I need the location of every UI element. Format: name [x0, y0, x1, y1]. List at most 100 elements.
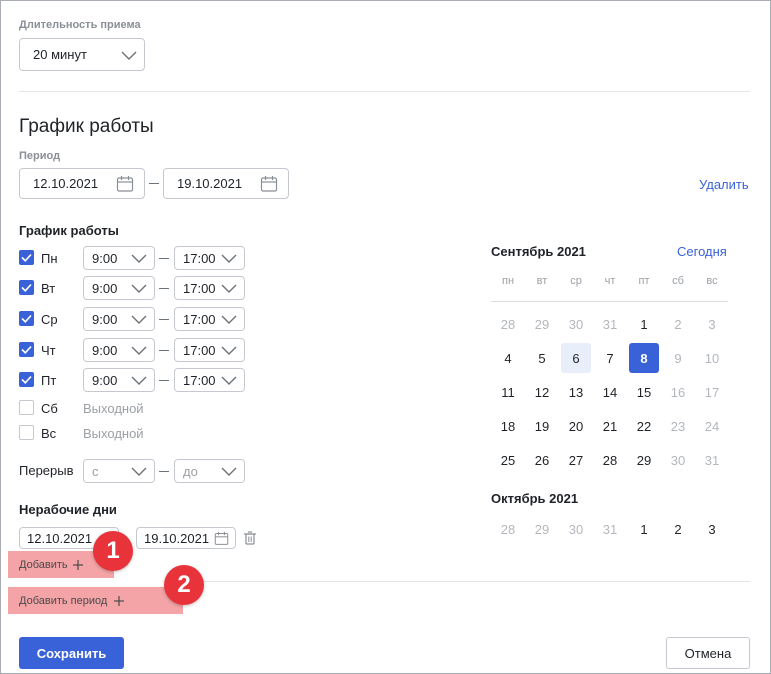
period-label: Период	[19, 150, 61, 162]
calendar-day[interactable]: 27	[561, 445, 591, 475]
add-period-button[interactable]: Добавить период	[8, 587, 183, 614]
nonworking-to-input[interactable]: 19.10.2021	[136, 527, 236, 549]
checkbox-thu[interactable]	[19, 342, 34, 357]
calendar-day[interactable]: 29	[527, 514, 557, 544]
chevron-down-icon	[221, 376, 237, 385]
calendar-day[interactable]: 8	[629, 343, 659, 373]
calendar-day[interactable]: 18	[493, 411, 523, 441]
time-value: 17:00	[183, 372, 216, 388]
calendar-day[interactable]: 25	[493, 445, 523, 475]
calendar-day[interactable]: 29	[527, 309, 557, 339]
calendar-day[interactable]: 2	[663, 514, 693, 544]
calendar-day[interactable]: 3	[697, 309, 727, 339]
period-to-value: 19.10.2021	[177, 176, 243, 191]
calendar-day[interactable]: 17	[697, 377, 727, 407]
calendar-day[interactable]: 7	[595, 343, 625, 373]
delete-link[interactable]: Удалить	[699, 177, 749, 192]
chevron-down-icon	[221, 254, 237, 263]
break-from-placeholder: с	[92, 463, 99, 479]
duration-value: 20 минут	[33, 47, 87, 62]
calendar-day[interactable]: 5	[527, 343, 557, 373]
weekday-label: пт	[638, 275, 650, 287]
form-panel: Длительность приема 20 минут График рабо…	[0, 0, 771, 674]
calendar-day[interactable]: 31	[697, 445, 727, 475]
calendar-day[interactable]: 13	[561, 377, 591, 407]
nonworking-title: Нерабочие дни	[19, 502, 117, 517]
day-label-fri: Пт	[41, 373, 57, 388]
time-value: 9:00	[92, 372, 118, 388]
time-to-mon[interactable]: 17:00	[174, 246, 245, 270]
calendar-day[interactable]: 24	[697, 411, 727, 441]
checkbox-tue[interactable]	[19, 280, 34, 295]
calendar-day[interactable]: 19	[527, 411, 557, 441]
calendar-day[interactable]: 28	[493, 309, 523, 339]
calendar-day[interactable]: 23	[663, 411, 693, 441]
period-to-input[interactable]: 19.10.2021	[163, 168, 289, 199]
time-to-thu[interactable]: 17:00	[174, 338, 245, 362]
calendar-day[interactable]: 31	[595, 309, 625, 339]
calendar-day[interactable]: 15	[629, 377, 659, 407]
calendar-day[interactable]: 26	[527, 445, 557, 475]
calendar-day[interactable]: 10	[697, 343, 727, 373]
time-value: 9:00	[92, 311, 118, 327]
time-from-tue[interactable]: 9:00	[83, 276, 155, 300]
time-to-wed[interactable]: 17:00	[174, 307, 245, 331]
time-from-mon[interactable]: 9:00	[83, 246, 155, 270]
time-from-fri[interactable]: 9:00	[83, 368, 155, 392]
calendar-icon	[116, 175, 134, 192]
break-from-select[interactable]: с	[83, 459, 155, 483]
calendar-day[interactable]: 29	[629, 445, 659, 475]
time-from-wed[interactable]: 9:00	[83, 307, 155, 331]
checkbox-fri[interactable]	[19, 372, 34, 387]
calendar-day[interactable]: 30	[561, 309, 591, 339]
break-to-placeholder: до	[183, 463, 198, 479]
calendar-day[interactable]: 30	[561, 514, 591, 544]
calendar-day[interactable]: 21	[595, 411, 625, 441]
calendar-day[interactable]: 22	[629, 411, 659, 441]
time-value: 17:00	[183, 280, 216, 296]
calendar-day[interactable]: 6	[561, 343, 591, 373]
break-label: Перерыв	[19, 463, 74, 478]
check-icon	[21, 375, 32, 384]
time-to-fri[interactable]: 17:00	[174, 368, 245, 392]
checkbox-sat[interactable]	[19, 400, 34, 415]
calendar-day[interactable]: 2	[663, 309, 693, 339]
calendar-day[interactable]: 28	[595, 445, 625, 475]
day-label-thu: Чт	[41, 343, 56, 358]
calendar-day[interactable]: 1	[629, 514, 659, 544]
period-from-value: 12.10.2021	[33, 176, 99, 191]
calendar-day[interactable]: 20	[561, 411, 591, 441]
chevron-down-icon	[221, 467, 237, 476]
today-link[interactable]: Сегодня	[677, 244, 727, 259]
calendar-day[interactable]: 4	[493, 343, 523, 373]
annotation-badge-1: 1	[93, 531, 133, 571]
calendar-day[interactable]: 9	[663, 343, 693, 373]
calendar-day[interactable]: 11	[493, 377, 523, 407]
calendar-day[interactable]: 14	[595, 377, 625, 407]
break-to-select[interactable]: до	[174, 459, 245, 483]
duration-select[interactable]: 20 минут	[19, 38, 145, 71]
weekday-label: вт	[536, 275, 548, 287]
range-dash	[149, 183, 159, 184]
checkbox-wed[interactable]	[19, 311, 34, 326]
save-button[interactable]: Сохранить	[19, 637, 124, 669]
checkbox-mon[interactable]	[19, 250, 34, 265]
calendar-day[interactable]: 30	[663, 445, 693, 475]
calendar-day[interactable]: 16	[663, 377, 693, 407]
calendar-day[interactable]: 28	[493, 514, 523, 544]
add-period-label: Добавить период	[19, 594, 108, 607]
check-icon	[21, 253, 32, 262]
checkbox-sun[interactable]	[19, 425, 34, 440]
trash-icon[interactable]	[243, 530, 257, 546]
check-icon	[21, 345, 32, 354]
time-to-tue[interactable]: 17:00	[174, 276, 245, 300]
day-off-text-sat: Выходной	[83, 401, 144, 416]
calendar-day[interactable]: 3	[697, 514, 727, 544]
period-from-input[interactable]: 12.10.2021	[19, 168, 145, 199]
cancel-button[interactable]: Отмена	[666, 637, 750, 669]
calendar-day[interactable]: 31	[595, 514, 625, 544]
calendar-day[interactable]: 1	[629, 309, 659, 339]
time-from-thu[interactable]: 9:00	[83, 338, 155, 362]
calendar-day[interactable]: 12	[527, 377, 557, 407]
divider	[183, 581, 750, 582]
